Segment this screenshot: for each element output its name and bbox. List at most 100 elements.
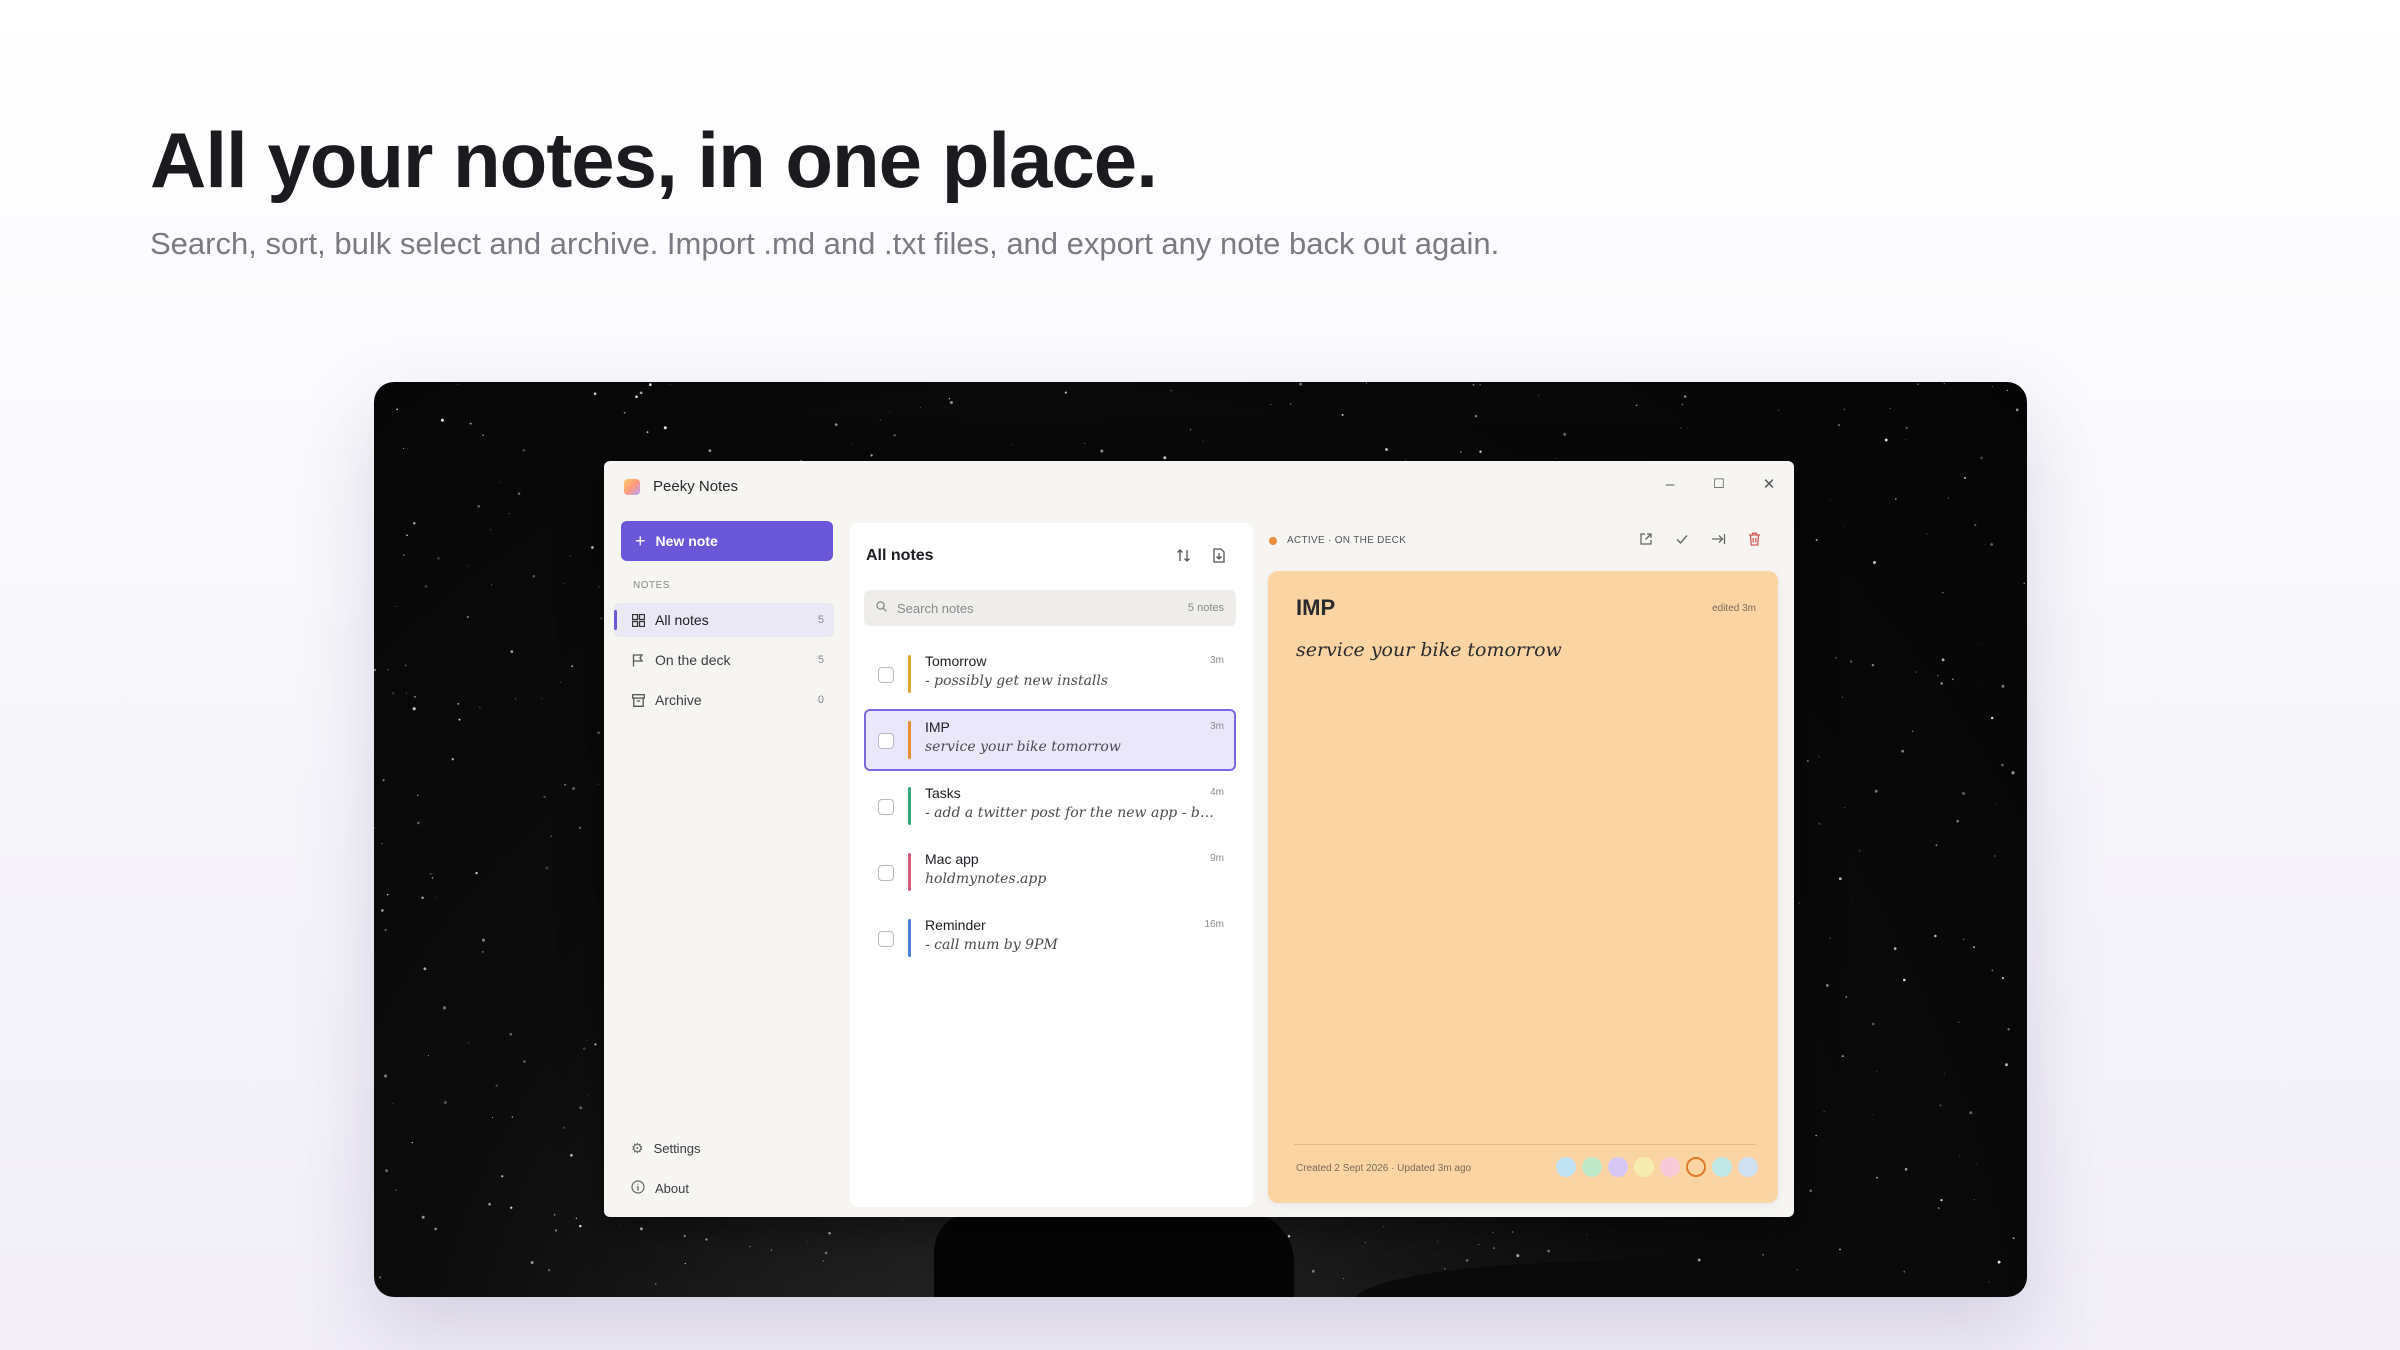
star — [457, 703, 460, 705]
grid-icon — [631, 613, 645, 627]
color-stripe — [908, 721, 911, 759]
note-card[interactable]: IMP edited 3m service your bike tomorrow… — [1268, 571, 1778, 1203]
star — [2001, 763, 2004, 767]
star — [564, 783, 567, 786]
star — [1815, 538, 1818, 541]
sidebar-item-archive[interactable]: Archive 0 — [614, 683, 834, 717]
minimize-button[interactable]: – — [1655, 471, 1685, 497]
note-title: Reminder — [925, 917, 986, 933]
close-button[interactable]: ✕ — [1754, 471, 1784, 497]
select-checkbox[interactable] — [878, 865, 894, 881]
sidebar-item-all-notes[interactable]: All notes 5 — [614, 603, 834, 637]
maximize-button[interactable]: ☐ — [1704, 471, 1734, 497]
star — [1995, 804, 1997, 806]
gear-icon: ⚙ — [631, 1140, 644, 1156]
list-title: All notes — [866, 547, 934, 564]
note-card-body[interactable]: service your bike tomorrow — [1296, 639, 1562, 661]
note-row-tomorrow[interactable]: Tomorrow - possibly get new installs 3m — [864, 643, 1236, 705]
hero-subtitle: Search, sort, bulk select and archive. I… — [150, 226, 1500, 261]
select-checkbox[interactable] — [878, 667, 894, 683]
color-swatch[interactable] — [1608, 1157, 1628, 1177]
open-external-icon[interactable] — [1632, 525, 1660, 553]
check-icon[interactable] — [1668, 525, 1696, 553]
star — [1794, 1119, 1796, 1121]
star — [572, 786, 576, 791]
color-swatch[interactable] — [1660, 1157, 1680, 1177]
search-input[interactable] — [897, 600, 1157, 616]
star — [437, 557, 440, 560]
star — [482, 938, 485, 942]
note-row-imp[interactable]: IMP service your bike tomorrow 3m — [864, 709, 1236, 771]
star — [1493, 1247, 1495, 1249]
note-preview: - add a twitter post for the new app - b… — [925, 805, 1220, 821]
star — [412, 707, 416, 711]
star — [1465, 1259, 1469, 1262]
star — [395, 1189, 398, 1192]
star — [1876, 1176, 1879, 1179]
select-checkbox[interactable] — [878, 733, 894, 749]
star — [554, 1229, 557, 1232]
sort-icon[interactable] — [1171, 543, 1195, 567]
star — [522, 448, 526, 452]
note-meta: Created 2 Sept 2026 · Updated 3m ago — [1296, 1163, 1472, 1174]
star — [593, 392, 597, 395]
color-swatch[interactable] — [1634, 1157, 1654, 1177]
about-label: About — [655, 1181, 689, 1196]
star — [654, 1282, 657, 1285]
star — [1841, 696, 1844, 698]
star — [1635, 404, 1638, 407]
app-title: Peeky Notes — [653, 478, 739, 495]
star — [421, 1215, 425, 1219]
star — [1980, 682, 1982, 684]
color-swatch[interactable] — [1738, 1157, 1758, 1177]
import-icon[interactable] — [1207, 543, 1231, 567]
star — [374, 826, 376, 829]
star — [1849, 660, 1853, 663]
star — [1064, 391, 1067, 394]
star — [1687, 427, 1689, 429]
star — [1937, 675, 1939, 677]
select-checkbox[interactable] — [878, 931, 894, 947]
color-swatch-selected[interactable] — [1686, 1157, 1706, 1177]
star — [1976, 1163, 1977, 1165]
star — [1270, 403, 1272, 405]
star — [501, 1175, 504, 1178]
star — [457, 384, 459, 385]
color-swatch[interactable] — [1556, 1157, 1576, 1177]
active-indicator — [614, 610, 617, 630]
note-row-mac-app[interactable]: Mac app holdmynotes.app 9m — [864, 841, 1236, 903]
sidebar-item-on-the-deck[interactable]: On the deck 5 — [614, 643, 834, 677]
trash-icon[interactable] — [1740, 525, 1768, 553]
star — [1189, 428, 1192, 431]
export-icon[interactable] — [1704, 525, 1732, 553]
star — [1874, 789, 1878, 793]
star — [491, 584, 493, 586]
about-link[interactable]: About — [631, 1180, 689, 1197]
settings-link[interactable]: ⚙ Settings — [631, 1140, 701, 1157]
note-title: Tasks — [925, 785, 961, 801]
star — [530, 1261, 534, 1264]
star — [2023, 582, 2026, 585]
search-field[interactable]: 5 notes — [864, 590, 1236, 626]
note-row-tasks[interactable]: Tasks - add a twitter post for the new a… — [864, 775, 1236, 837]
new-note-button[interactable]: + New note — [621, 521, 833, 561]
star — [1478, 1244, 1480, 1245]
star — [1940, 682, 1943, 685]
note-row-reminder[interactable]: Reminder - call mum by 9PM 16m — [864, 907, 1236, 969]
star — [1974, 524, 1977, 527]
note-time: 3m — [1210, 721, 1224, 732]
star — [949, 401, 953, 405]
star — [1858, 849, 1861, 852]
star — [1911, 730, 1914, 733]
color-swatch[interactable] — [1712, 1157, 1732, 1177]
select-checkbox[interactable] — [878, 799, 894, 815]
star — [475, 871, 478, 875]
star — [477, 504, 481, 508]
star — [587, 1095, 589, 1097]
note-card-title[interactable]: IMP — [1296, 595, 1335, 621]
star — [434, 1227, 437, 1231]
star — [1443, 1268, 1446, 1270]
star — [1843, 408, 1845, 410]
color-swatch[interactable] — [1582, 1157, 1602, 1177]
notes-count: 5 notes — [1187, 602, 1224, 614]
